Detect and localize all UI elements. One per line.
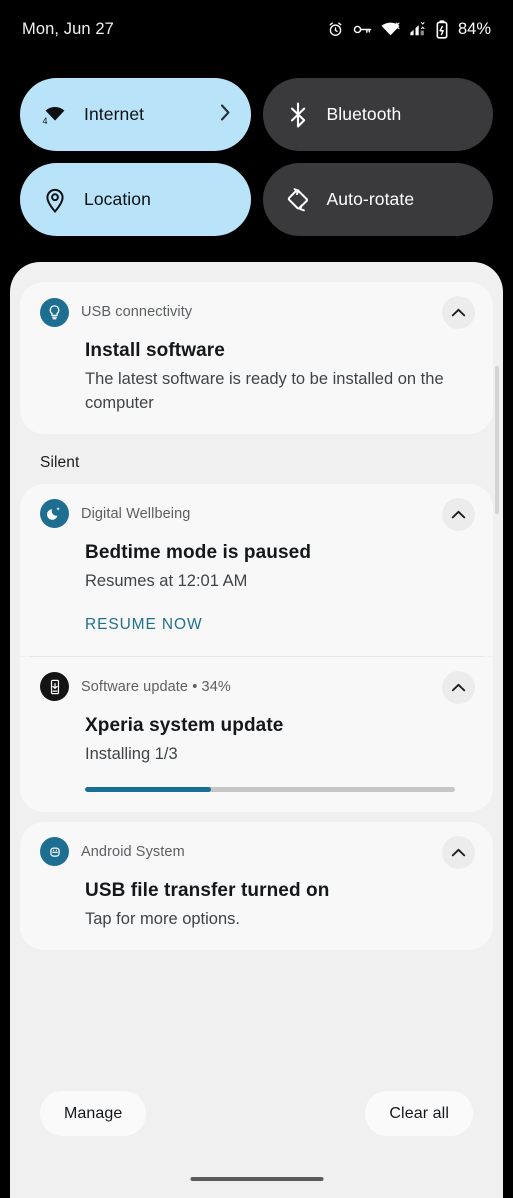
update-progress-bar [85, 786, 455, 792]
notification-header: Software update • 34% [40, 672, 473, 702]
resume-now-button[interactable]: RESUME NOW [85, 616, 203, 634]
auto-rotate-icon [285, 187, 311, 213]
notification-body: Tap for more options. [85, 909, 240, 928]
notification-usb-connectivity[interactable]: USB connectivity Install software The la… [20, 282, 493, 434]
notification-android-system[interactable]: Android System USB file transfer turned … [20, 821, 493, 950]
chevron-up-icon[interactable] [442, 670, 475, 704]
notification-header: Digital Wellbeing [40, 499, 473, 529]
notification-shade: Mon, Jun 27 84% 4 Internet Bluetooth Loc… [0, 0, 513, 1198]
quick-tile-location[interactable]: Location [20, 163, 251, 236]
quick-tile-auto-rotate[interactable]: Auto-rotate [262, 163, 493, 236]
chevron-right-icon[interactable] [220, 103, 231, 126]
status-icon-group: 84% [327, 20, 491, 39]
silent-section-header: Silent [40, 453, 80, 471]
notification-title: USB file transfer turned on [85, 879, 330, 901]
notification-title: Bedtime mode is paused [85, 541, 312, 563]
quick-tile-label: Internet [84, 104, 145, 124]
notification-group-android-system: Android System USB file transfer turned … [20, 821, 493, 950]
notification-group-ongoing: USB connectivity Install software The la… [20, 282, 493, 434]
wifi-icon [381, 21, 400, 37]
quick-tile-label: Auto-rotate [326, 189, 415, 209]
lightbulb-icon [40, 297, 69, 327]
notification-software-update[interactable]: Software update • 34% Xperia system upda… [20, 656, 493, 812]
notification-header: Android System [40, 837, 473, 867]
quick-tile-label: Bluetooth [326, 104, 402, 124]
gesture-navigation-bar[interactable] [190, 1177, 323, 1181]
quick-tile-internet[interactable]: 4 Internet [20, 78, 251, 151]
notification-panel: USB connectivity Install software The la… [10, 262, 503, 1198]
vpn-key-icon [353, 22, 372, 37]
notification-title: Install software [85, 340, 225, 361]
cell-signal-icon [409, 21, 427, 37]
system-update-icon [40, 672, 69, 702]
chevron-up-icon[interactable] [442, 835, 475, 869]
bluetooth-icon [285, 101, 311, 128]
status-bar: Mon, Jun 27 84% [0, 0, 513, 58]
notification-body: Resumes at 12:01 AM [85, 571, 248, 590]
alarm-icon [327, 21, 344, 38]
battery-percentage: 84% [457, 19, 491, 38]
chevron-up-icon[interactable] [442, 296, 475, 329]
svg-text:4: 4 [43, 116, 48, 126]
wifi-4g-icon: 4 [42, 102, 68, 128]
quick-settings-grid: 4 Internet Bluetooth Location Auto-rotat… [20, 78, 493, 236]
location-pin-icon [42, 187, 68, 213]
notification-app-name: Digital Wellbeing [81, 505, 191, 522]
notification-header: USB connectivity [40, 297, 473, 327]
quick-tile-label: Location [84, 189, 151, 209]
notification-body: Installing 1/3 [85, 744, 178, 763]
notification-footer: Manage Clear all [10, 1091, 503, 1136]
quick-tile-bluetooth[interactable]: Bluetooth [262, 78, 493, 151]
notification-title: Xperia system update [85, 714, 284, 736]
bedtime-moon-icon [40, 499, 69, 529]
android-robot-icon [40, 837, 69, 867]
battery-charging-icon [436, 19, 448, 39]
notification-app-name: Android System [81, 843, 185, 860]
panel-scrollbar[interactable] [495, 366, 499, 514]
notification-app-name: Software update • 34% [81, 678, 231, 695]
chevron-up-icon[interactable] [442, 497, 475, 531]
notification-digital-wellbeing[interactable]: Digital Wellbeing Bedtime mode is paused… [20, 483, 493, 656]
notification-group-silent: Digital Wellbeing Bedtime mode is paused… [20, 483, 493, 812]
status-date: Mon, Jun 27 [22, 19, 114, 38]
notification-app-name: USB connectivity [81, 304, 193, 320]
notification-body: The latest software is ready to be insta… [85, 370, 444, 412]
clear-all-button[interactable]: Clear all [365, 1091, 473, 1136]
manage-button[interactable]: Manage [40, 1091, 147, 1136]
update-progress-fill [85, 786, 211, 792]
